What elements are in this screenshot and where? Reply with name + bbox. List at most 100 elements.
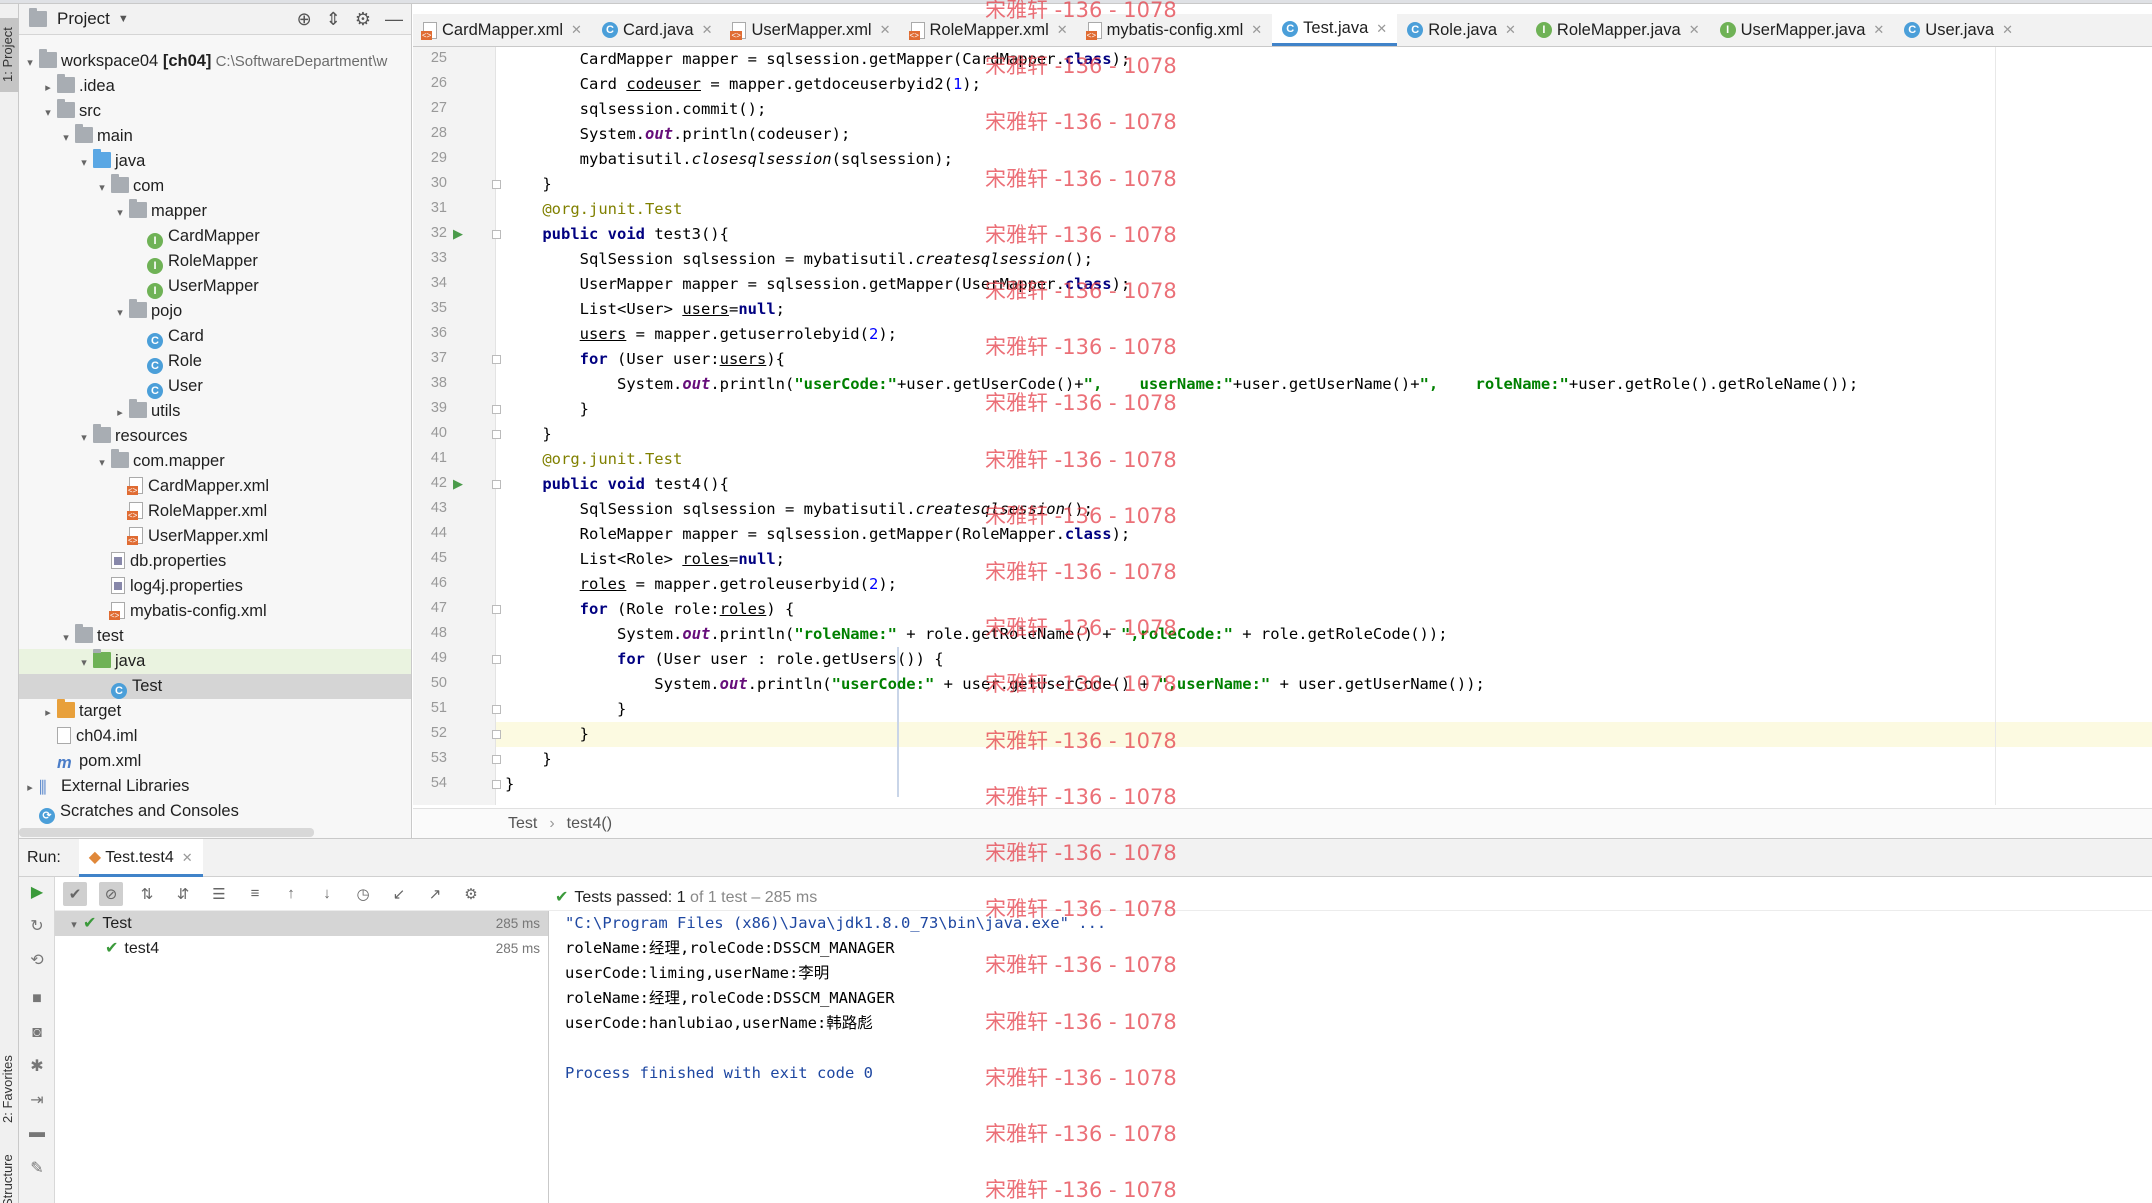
- close-icon[interactable]: ✕: [702, 22, 713, 38]
- fold-icon[interactable]: [492, 480, 501, 489]
- expand-all-icon[interactable]: ☰: [207, 882, 231, 906]
- tree-node[interactable]: ▾ com: [19, 174, 411, 199]
- tree-node[interactable]: ▾ main: [19, 124, 411, 149]
- next-failed-icon[interactable]: ↓: [315, 882, 339, 906]
- editor-tab[interactable]: UserMapper.xml ✕: [722, 14, 900, 46]
- import-tests-icon[interactable]: ↙: [387, 882, 411, 906]
- rerun-icon[interactable]: ▶: [27, 883, 47, 903]
- code-editor[interactable]: 25 26 27 28 29 30 31 32 ▶ 33 34 35 36 37 38 39 40 41 42 ▶ 43…: [413, 47, 2152, 805]
- close-icon[interactable]: ✕: [1689, 22, 1700, 38]
- chevron-down-icon[interactable]: ▼: [118, 13, 129, 25]
- project-tool-tab[interactable]: 1: Project: [0, 18, 19, 92]
- stop-icon[interactable]: ■: [27, 989, 47, 1009]
- tree-node[interactable]: RoleMapper.xml: [19, 499, 411, 524]
- layout-icon[interactable]: ▬: [27, 1123, 47, 1143]
- show-passed-icon[interactable]: ✔: [63, 881, 87, 906]
- tree-node[interactable]: I RoleMapper: [19, 249, 411, 274]
- pin-icon[interactable]: ✎: [27, 1159, 47, 1179]
- chevron-right-icon[interactable]: ▸: [39, 701, 57, 726]
- tree-node[interactable]: ▾ workspace04 [ch04] C:\SoftwareDepartmen…: [19, 49, 411, 74]
- tree-node[interactable]: C Role: [19, 349, 411, 374]
- tree-node[interactable]: UserMapper.xml: [19, 524, 411, 549]
- rerun-failed-icon[interactable]: ↻: [27, 917, 47, 937]
- run-test-icon[interactable]: ▶: [453, 226, 463, 242]
- fold-icon[interactable]: [492, 430, 501, 439]
- tree-node[interactable]: CardMapper.xml: [19, 474, 411, 499]
- gear-icon[interactable]: ⚙: [355, 9, 371, 30]
- test-history-icon[interactable]: ◷: [351, 882, 375, 906]
- camera-icon[interactable]: ◙: [27, 1023, 47, 1043]
- debug-icon[interactable]: ✱: [27, 1057, 47, 1077]
- close-icon[interactable]: ✕: [182, 850, 193, 865]
- hide-icon[interactable]: —: [385, 9, 403, 30]
- tree-node[interactable]: ▾ com.mapper: [19, 449, 411, 474]
- fold-icon[interactable]: [492, 230, 501, 239]
- chevron-down-icon[interactable]: ▾: [57, 126, 75, 151]
- close-icon[interactable]: ✕: [571, 22, 582, 38]
- tree-node[interactable]: ▸ utils: [19, 399, 411, 424]
- tree-node[interactable]: I UserMapper: [19, 274, 411, 299]
- breadcrumb-class[interactable]: Test: [508, 815, 537, 833]
- chevron-down-icon[interactable]: ▾: [65, 913, 83, 938]
- chevron-down-icon[interactable]: ▾: [111, 301, 129, 326]
- breadcrumb-method[interactable]: test4(): [567, 815, 612, 833]
- close-icon[interactable]: ✕: [880, 22, 891, 38]
- tree-node[interactable]: db.properties: [19, 549, 411, 574]
- fold-icon[interactable]: [492, 755, 501, 764]
- favorites-tool-tab[interactable]: 2: Favorites: [0, 1044, 19, 1134]
- import-icon[interactable]: ⇥: [27, 1091, 47, 1111]
- fold-icon[interactable]: [492, 730, 501, 739]
- chevron-down-icon[interactable]: ▾: [57, 626, 75, 651]
- chevron-down-icon[interactable]: ▾: [39, 101, 57, 126]
- editor-tab[interactable]: C User.java ✕: [1894, 14, 2023, 46]
- chevron-right-icon[interactable]: ▸: [21, 776, 39, 801]
- tree-node[interactable]: mybatis-config.xml: [19, 599, 411, 624]
- editor-tab[interactable]: C Card.java ✕: [592, 14, 723, 46]
- tree-node[interactable]: ▾ pojo: [19, 299, 411, 324]
- fold-icon[interactable]: [492, 780, 501, 789]
- editor-tab[interactable]: I UserMapper.java ✕: [1710, 14, 1895, 46]
- tree-node[interactable]: ▾ java: [19, 149, 411, 174]
- run-config-tab[interactable]: ◆ Test.test4 ✕: [78, 838, 203, 877]
- settings-icon[interactable]: ⚙: [459, 882, 483, 906]
- project-tree-scrollbar[interactable]: [19, 828, 314, 837]
- chevron-down-icon[interactable]: ▾: [21, 51, 39, 76]
- toggle-auto-test-icon[interactable]: ⟲: [27, 951, 47, 971]
- fold-icon[interactable]: [492, 355, 501, 364]
- tree-node[interactable]: C Card: [19, 324, 411, 349]
- chevron-down-icon[interactable]: ▾: [93, 451, 111, 476]
- export-tests-icon[interactable]: ↗: [423, 882, 447, 906]
- fold-icon[interactable]: [492, 605, 501, 614]
- previous-failed-icon[interactable]: ↑: [279, 882, 303, 906]
- tree-node[interactable]: ch04.iml: [19, 724, 411, 749]
- tree-node[interactable]: ⟳ Scratches and Consoles: [19, 799, 411, 824]
- tree-node[interactable]: m pom.xml: [19, 749, 411, 774]
- tree-node[interactable]: ▾ resources: [19, 424, 411, 449]
- console-output[interactable]: "C:\Program Files (x86)\Java\jdk1.8.0_73…: [565, 911, 2152, 1203]
- editor-tab[interactable]: I RoleMapper.java ✕: [1526, 14, 1710, 46]
- chevron-right-icon[interactable]: ▸: [111, 401, 129, 426]
- editor-tab[interactable]: CardMapper.xml ✕: [413, 14, 592, 46]
- close-icon[interactable]: ✕: [1376, 21, 1387, 37]
- chevron-down-icon[interactable]: ▾: [75, 151, 93, 176]
- structure-tool-tab[interactable]: Structure: [0, 1154, 19, 1203]
- sort-duration-icon[interactable]: ⇵: [171, 882, 195, 906]
- collapse-all-icon[interactable]: ⇕: [326, 9, 341, 30]
- chevron-down-icon[interactable]: ▾: [75, 426, 93, 451]
- show-ignored-icon[interactable]: ⊘: [99, 881, 123, 906]
- tree-node[interactable]: log4j.properties: [19, 574, 411, 599]
- fold-icon[interactable]: [492, 405, 501, 414]
- tree-node[interactable]: ▾ test: [19, 624, 411, 649]
- editor-tab[interactable]: C Role.java ✕: [1397, 14, 1526, 46]
- close-icon[interactable]: ✕: [1057, 22, 1068, 38]
- tree-node[interactable]: ▸ .idea: [19, 74, 411, 99]
- run-test-icon[interactable]: ▶: [453, 476, 463, 492]
- tree-node[interactable]: ▸ ⫼ External Libraries: [19, 774, 411, 799]
- chevron-down-icon[interactable]: ▾: [93, 176, 111, 201]
- tree-node[interactable]: ▾ src: [19, 99, 411, 124]
- collapse-all-icon[interactable]: ≡: [243, 882, 267, 906]
- tree-node[interactable]: ▸ target: [19, 699, 411, 724]
- sort-alpha-icon[interactable]: ⇅: [135, 882, 159, 906]
- chevron-right-icon[interactable]: ▸: [39, 76, 57, 101]
- tree-node[interactable]: C Test: [19, 674, 411, 699]
